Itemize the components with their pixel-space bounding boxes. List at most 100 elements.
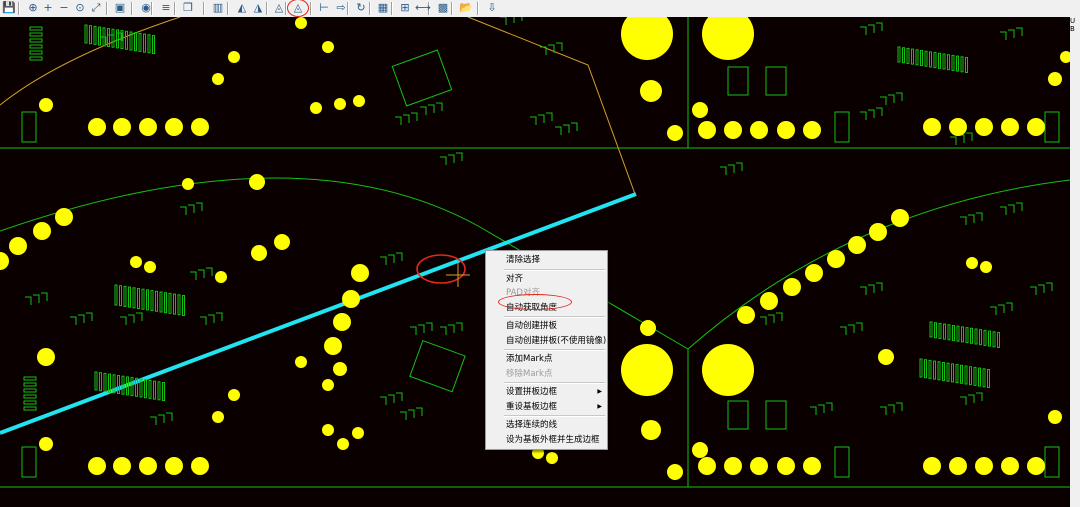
export-button[interactable]: ⇩ [485,1,499,15]
menu-item: 移除Mark点 [486,367,607,382]
pad [692,442,708,458]
mirror-left-icon: ◭ [237,1,247,14]
pad [805,264,823,282]
pad [324,337,342,355]
pad [783,278,801,296]
pad [724,457,742,475]
pad [33,222,51,240]
pad [975,118,993,136]
zoom-out-button[interactable]: − [57,1,71,15]
menu-separator [504,268,605,271]
menu-item[interactable]: 设为基板外框并生成边框 [486,433,607,448]
align-button[interactable]: ▥ [211,1,225,15]
toolbar-separator [451,2,453,15]
pad [621,344,673,396]
pad [1027,457,1045,475]
pad [39,437,53,451]
board-button[interactable]: ▦ [376,1,390,15]
open-button[interactable]: 📂 [459,1,473,15]
menu-item[interactable]: 设置拼板边框 ▶ [486,385,607,400]
component-button[interactable]: ⊞ [398,1,412,15]
pad [760,292,778,310]
menu-item-label: 清除选择 [506,255,541,265]
grid-button[interactable]: ▩ [436,1,450,15]
pad [165,457,183,475]
menu-item[interactable]: 选择连续的线 [486,418,607,433]
auto-angle-button[interactable]: ◬ [287,0,309,17]
toolbar-separator [174,2,176,15]
pad [640,80,662,102]
pad [777,457,795,475]
pad [352,427,364,439]
pad [1048,72,1062,86]
pad [848,236,866,254]
arrow-right-icon: ⇨ [336,1,346,14]
menu-item-label: 自动创建拼板 [506,321,558,331]
toolbar-separator [106,2,108,15]
context-menu[interactable]: 清除选择 对齐 PAD对齐 自动获取角度 自动创建拼板 自动创建拼板(不使用镜像) 添加Ma… [485,250,608,450]
right-side-panel: U B [1070,17,1080,507]
open-icon: 📂 [459,1,473,14]
pad [966,257,978,269]
pad [827,250,845,268]
pad [113,457,131,475]
menu-item[interactable]: 重设基板边框 ▶ [486,400,607,415]
mirror-right-icon: ◮ [253,1,263,14]
rotate-icon: ↻ [356,1,366,14]
pad [310,102,322,114]
toolbar-separator [227,2,229,15]
pad [322,41,334,53]
pad [975,457,993,475]
menu-item-label: 重设基板边框 [506,401,558,412]
layer-button[interactable]: ▣ [113,1,127,15]
mirror-icon: ◬ [274,1,284,14]
save-button[interactable]: 💾 [2,1,16,15]
pad [274,234,290,250]
zoom-out-icon: − [59,1,69,14]
mirror-button[interactable]: ◬ [272,1,286,15]
pad [334,98,346,110]
pad [1048,410,1062,424]
measure-button[interactable]: ⟷ [415,1,431,15]
copy-button[interactable]: ❐ [181,1,195,15]
pad [923,457,941,475]
menu-item[interactable]: 清除选择 [486,253,607,268]
rotate-button[interactable]: ↻ [354,1,368,15]
zoom-in-button[interactable]: + [41,1,55,15]
pad [333,362,347,376]
pad [724,121,742,139]
target-button[interactable]: ◉ [139,1,153,15]
save-icon: 💾 [2,1,16,14]
menu-item[interactable]: 对齐 [486,272,607,287]
toolbar-separator [131,2,133,15]
menu-separator [504,382,605,384]
zoom-window-button[interactable]: ⤢ [89,1,103,15]
mirror-right-button[interactable]: ◮ [251,1,265,15]
pad [949,457,967,475]
mirror-left-button[interactable]: ◭ [235,1,249,15]
pad [9,237,27,255]
right-strip-line-2: B [1070,25,1075,33]
menu-item-label: 选择连续的线 [506,420,558,430]
list-icon: ≡ [161,1,171,14]
menu-item-label: 设为基板外框并生成边框 [506,434,600,445]
menu-item[interactable]: 添加Mark点 [486,352,607,367]
menu-item[interactable]: 自动创建拼板 [486,319,607,334]
pad [139,457,157,475]
zoom-fit-button[interactable]: ⊙ [73,1,87,15]
grid-icon: ▩ [437,1,449,14]
list-button[interactable]: ≡ [159,1,173,15]
pad [113,118,131,136]
menu-item-label: 移除Mark点 [506,368,553,379]
zoom-button[interactable]: ⊕ [26,1,40,15]
pad [1027,118,1045,136]
toolbar-separator [310,2,312,15]
pad [803,121,821,139]
pad [88,457,106,475]
arrow-right-button[interactable]: ⇨ [334,1,348,15]
menu-item[interactable]: 自动创建拼板(不使用镜像) [486,334,607,349]
menu-item-label: 添加Mark点 [506,354,553,364]
pad [641,420,661,440]
pad [249,174,265,190]
distribute-button[interactable]: ⊢ [317,1,331,15]
